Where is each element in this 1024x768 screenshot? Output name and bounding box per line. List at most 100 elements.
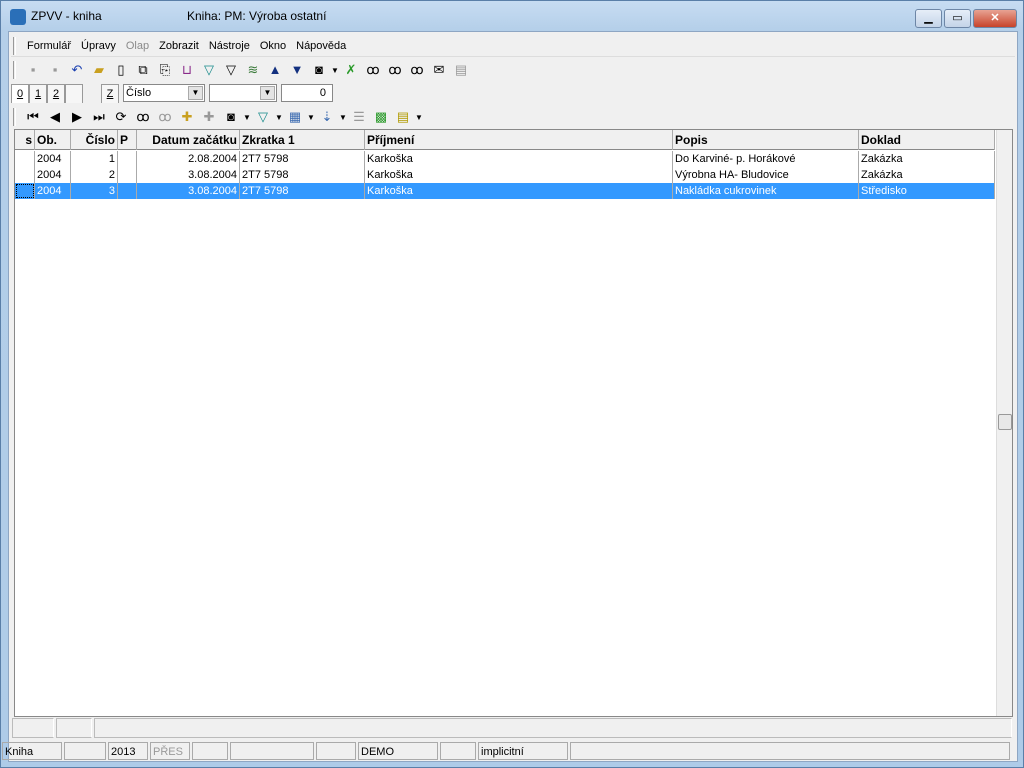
status-panel: DEMO: [358, 742, 438, 760]
copy-icon[interactable]: ⧉: [132, 60, 154, 80]
value-input[interactable]: 0: [281, 84, 333, 102]
grid-cell: [15, 167, 35, 183]
excel-export-icon[interactable]: ✗: [340, 60, 362, 80]
column-header[interactable]: Zkratka 1: [240, 130, 365, 150]
table-row[interactable]: 2004 3 3.08.2004 2T7 5798 Karkoška Nakládka c…: [15, 183, 995, 199]
next-record-icon[interactable]: ▶: [66, 107, 88, 127]
filter-icon[interactable]: ▽: [252, 107, 274, 127]
vertical-scrollbar[interactable]: [996, 130, 1012, 716]
column-header[interactable]: Popis: [673, 130, 859, 150]
save-icon[interactable]: ▪: [22, 60, 44, 80]
camera-dropdown[interactable]: ▼: [242, 113, 252, 122]
column-header[interactable]: Příjmení: [365, 130, 673, 150]
tab-0[interactable]: 0: [11, 83, 29, 103]
table-row[interactable]: 2004 2 3.08.2004 2T7 5798 Karkoška Výrobna HA…: [15, 167, 995, 183]
tab-2[interactable]: 2: [47, 83, 65, 103]
column-header[interactable]: Ob.: [35, 130, 71, 150]
chevron-down-icon[interactable]: ▼: [260, 86, 275, 100]
column-header[interactable]: Číslo: [71, 130, 118, 150]
column-header[interactable]: Doklad: [859, 130, 995, 150]
camera-icon[interactable]: ◙: [220, 107, 242, 127]
menu-okno[interactable]: Okno: [255, 40, 291, 52]
open-folder-icon[interactable]: ▰: [88, 60, 110, 80]
last-record-icon[interactable]: ⏭: [88, 107, 110, 127]
grid-cell: Do Karviné- p. Horákové: [673, 151, 859, 167]
table-icon[interactable]: ▤: [392, 107, 414, 127]
paste-icon[interactable]: ⎘: [154, 60, 176, 80]
menu-formular[interactable]: Formulář: [22, 40, 76, 52]
grid-cell: Zakázka: [859, 167, 995, 183]
menu-zobrazit[interactable]: Zobrazit: [154, 40, 204, 52]
grid-cell: 3.08.2004: [137, 183, 240, 199]
grid-cell: 2T7 5798: [240, 151, 365, 167]
arrow-up-icon[interactable]: ▲: [264, 60, 286, 80]
grid-cell: Středisko: [859, 183, 995, 199]
menu-bar: Formulář Úpravy Olap Zobrazit Nástroje O…: [11, 35, 1015, 57]
grid-cell: Nakládka cukrovinek: [673, 183, 859, 199]
find-next-icon[interactable]: ꝏ: [384, 60, 406, 80]
arrow-down-icon[interactable]: ▼: [286, 60, 308, 80]
column-header[interactable]: s: [15, 130, 35, 150]
maximize-button[interactable]: ▭: [944, 9, 971, 28]
sort-dropdown[interactable]: ▼: [338, 113, 348, 122]
menu-upravy[interactable]: Úpravy: [76, 40, 121, 52]
book-icon[interactable]: ⊔: [176, 60, 198, 80]
table-row[interactable]: 2004 1 2.08.2004 2T7 5798 Karkoška Do Karviné…: [15, 151, 995, 167]
grid-cell: 3: [71, 183, 118, 199]
add-record-icon[interactable]: ✚: [176, 107, 198, 127]
save-as-icon[interactable]: ▪: [44, 60, 66, 80]
grid-cell: 2004: [35, 151, 71, 167]
data-grid[interactable]: s Ob. Číslo P Datum začátku Zkratka 1 Příjmení…: [14, 129, 1013, 717]
list-icon: ☰: [353, 109, 365, 124]
status-panel: Kniha: [2, 742, 62, 760]
first-record-icon[interactable]: ⏮: [22, 107, 44, 127]
grid-cell: Karkoška: [365, 183, 673, 199]
excel-icon[interactable]: ▩: [370, 107, 392, 127]
chevron-down-icon[interactable]: ▼: [188, 86, 203, 100]
undo-icon[interactable]: ↶: [66, 60, 88, 80]
grid-cell: Karkoška: [365, 151, 673, 167]
binoculars-icon[interactable]: ꝏ: [362, 60, 384, 80]
header-row[interactable]: s Ob. Číslo P Datum začátku Zkratka 1 Příjmení…: [15, 130, 995, 150]
filter-dropdown[interactable]: ▼: [274, 113, 284, 122]
grid-cell: 2004: [35, 183, 71, 199]
operator-combo[interactable]: ▼: [209, 84, 277, 102]
window: ZPVV - kniha Kniha: PM: Výroba ostatní ▁…: [0, 0, 1024, 768]
mail-icon[interactable]: ✉: [428, 60, 450, 80]
previous-record-icon[interactable]: ◀: [44, 107, 66, 127]
grid-cell: 2004: [35, 167, 71, 183]
minimize-button[interactable]: ▁: [915, 9, 942, 28]
camera-icon[interactable]: ◙: [308, 60, 330, 80]
filter-list-icon[interactable]: ▽: [220, 60, 242, 80]
menu-nastroje[interactable]: Nástroje: [204, 40, 255, 52]
new-document-icon[interactable]: ▯: [110, 60, 132, 80]
columns-icon[interactable]: ▦: [284, 107, 306, 127]
grid-cell: 2: [71, 167, 118, 183]
status-panel: implicitní: [478, 742, 568, 760]
z-button[interactable]: Z: [101, 83, 119, 103]
filter-icon[interactable]: ▽: [198, 60, 220, 80]
tab-9[interactable]: [65, 83, 83, 103]
grid-cell: [15, 151, 35, 167]
stack-icon[interactable]: ≋: [242, 60, 264, 80]
binoculars-icon[interactable]: ꝏ: [132, 107, 154, 127]
table-dropdown[interactable]: ▼: [414, 113, 424, 122]
sort-icon[interactable]: ⇣: [316, 107, 338, 127]
status-bar: Kniha 2013 PŘES DEMO implicitní: [2, 742, 1024, 762]
find-replace-icon[interactable]: ꝏ: [406, 60, 428, 80]
menu-napoveda[interactable]: Nápověda: [291, 40, 351, 52]
menu-olap: Olap: [125, 39, 150, 52]
close-button[interactable]: ✕: [973, 9, 1017, 28]
grid-cell: Výrobna HA- Bludovice: [673, 167, 859, 183]
camera-dropdown[interactable]: ▼: [330, 66, 340, 75]
grid-cell: 2.08.2004: [137, 151, 240, 167]
status-panel: [440, 742, 476, 760]
tab-1[interactable]: 1: [29, 83, 47, 103]
scrollbar-thumb[interactable]: [998, 414, 1012, 430]
column-header[interactable]: P: [118, 130, 137, 150]
refresh-icon[interactable]: ⟳: [110, 107, 132, 127]
column-header[interactable]: Datum začátku: [137, 130, 240, 150]
app-icon: [10, 9, 26, 25]
columns-dropdown[interactable]: ▼: [306, 113, 316, 122]
field-combo[interactable]: Číslo ▼: [123, 84, 205, 102]
